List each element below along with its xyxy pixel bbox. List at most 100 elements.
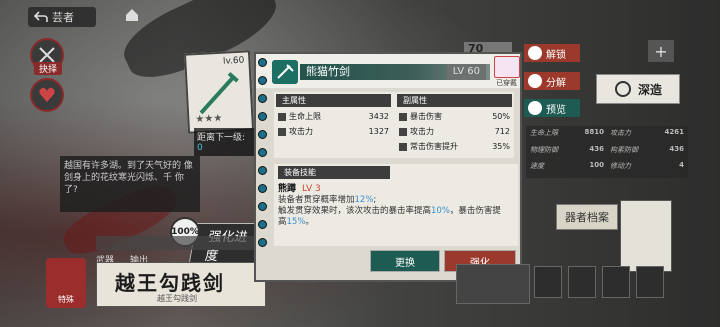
stat-name: 暴击伤害 <box>410 112 442 121</box>
eye-icon <box>528 101 542 115</box>
stat-row: 常击伤害提升 35% <box>397 139 512 154</box>
char-stat: 生命上限 8810 <box>530 128 604 143</box>
skill-desc-text: ，暴击伤害提 <box>449 206 501 216</box>
weapon-level: LV 60 <box>446 64 486 80</box>
binder-rings <box>258 58 268 278</box>
weapon-card[interactable]: lv.60 ★★★ <box>183 50 255 134</box>
main-stats: 主属性 生命上限 3432 攻击力 1327 <box>276 94 391 156</box>
character-stats: 生命上限 8810 攻击力 4261 物理防御 436 构素防御 436 速度 100 修… <box>526 126 688 178</box>
skill-desc-value: 12% <box>354 195 374 205</box>
card-stars: ★★★ <box>195 112 223 126</box>
char-stat-value: 436 <box>669 144 684 153</box>
favorite-button[interactable] <box>30 78 64 112</box>
ring <box>258 220 267 229</box>
ring <box>258 112 267 121</box>
ring <box>258 94 267 103</box>
skill-desc-text: 装备者贯穿概率增加 <box>278 195 355 205</box>
distance-label: 距离下一级: <box>197 133 246 143</box>
hp-icon <box>278 112 286 121</box>
tab-strip <box>96 236 256 250</box>
char-stat-name: 物理防御 <box>530 145 558 154</box>
char-stat-name: 速度 <box>530 162 544 171</box>
sword-icon <box>199 71 239 115</box>
back-arrow-icon <box>34 11 48 22</box>
skill-level: LV 3 <box>302 184 321 194</box>
skill-name: 熊蹲 <box>278 184 297 194</box>
char-stat-name: 生命上限 <box>530 129 558 137</box>
swap-button[interactable]: 更换 <box>370 250 440 272</box>
skill-section: 装备技能 熊蹲 LV 3 装备者贯穿概率增加12%; 触发贯穿效果时，该次攻击的暴… <box>274 164 518 246</box>
stat-row: 生命上限 3432 <box>276 109 391 124</box>
char-stat-value: 436 <box>589 144 604 153</box>
crest-icon <box>614 81 631 97</box>
preview-button[interactable]: 预览 <box>524 99 580 117</box>
stat-name: 常击伤害提升 <box>410 142 458 151</box>
weapon-thumbnail[interactable] <box>620 200 672 272</box>
back-button[interactable]: 芸者 <box>28 7 96 27</box>
home-icon[interactable] <box>124 7 140 23</box>
add-button[interactable]: + <box>648 40 674 62</box>
skill-desc-text: 触发贯穿效果时，该次攻击的暴击率提高 <box>278 206 432 216</box>
equip-slot[interactable] <box>534 266 562 298</box>
next-level-distance: 距离下一级: 0 <box>194 128 256 156</box>
dismantle-button[interactable]: 分解 <box>524 72 580 90</box>
char-stat: 修动力 4 <box>610 161 684 176</box>
deep-study-button[interactable]: 深造 <box>596 74 680 104</box>
char-stat-value: 4261 <box>664 128 684 136</box>
sword-type-icon <box>277 64 294 79</box>
char-stat-name: 构素防御 <box>610 145 638 154</box>
seal-badge: 特殊 <box>46 258 86 308</box>
ring <box>258 184 267 193</box>
equip-slot[interactable] <box>568 266 596 298</box>
skill-description: 装备者贯穿概率增加12%; 触发贯穿效果时，该次攻击的暴击率提高10%，暴击伤害… <box>278 195 514 228</box>
main-stats-header: 主属性 <box>276 94 391 107</box>
equipped-label: 已穿戴 <box>496 79 517 87</box>
skill-desc-text: 高 <box>278 217 287 227</box>
equip-slot[interactable] <box>602 266 630 298</box>
sword-damage-icon <box>399 142 407 151</box>
ring <box>258 238 267 247</box>
ring <box>258 58 267 67</box>
sub-stats-header: 副属性 <box>397 94 512 107</box>
equipment-slots <box>534 266 664 298</box>
weapon-type-icon <box>272 60 298 84</box>
ring <box>258 130 267 139</box>
stat-value: 3432 <box>368 112 389 121</box>
distance-value: 0 <box>197 143 203 153</box>
stat-value: 50% <box>492 112 510 121</box>
attack-icon <box>278 127 286 136</box>
ring <box>258 166 267 175</box>
stat-value: 712 <box>494 127 510 136</box>
deep-study-label: 深造 <box>637 82 662 97</box>
stat-value: 35% <box>492 142 510 151</box>
owner-avatar[interactable] <box>494 56 520 78</box>
char-stat-value: 4 <box>679 161 684 170</box>
weapon-title: 熊猫竹剑 <box>306 65 350 78</box>
stat-row: 攻击力 712 <box>397 124 512 139</box>
stat-name: 生命上限 <box>289 112 321 121</box>
ring <box>258 76 267 85</box>
weapon-name: 越王勾践剑 <box>115 271 225 295</box>
story-text: 越国有许多湖。到了天气好的 像剑身上的花纹寒光闪烁、千 你了? <box>60 156 200 212</box>
equip-slot[interactable] <box>636 266 664 298</box>
ring <box>258 148 267 157</box>
stat-value: 1327 <box>368 127 389 136</box>
unlock-button[interactable]: 解锁 <box>524 44 580 62</box>
choice-label: 抉择 <box>34 62 62 75</box>
char-stat-name: 攻击力 <box>610 129 631 137</box>
back-label: 芸者 <box>52 11 74 24</box>
card-level: lv.60 <box>222 55 245 67</box>
sub-stats: 副属性 暴击伤害 50% 攻击力 712 常击伤害提升 35% <box>397 94 512 156</box>
skill-desc-value: 10% <box>431 206 450 216</box>
skill-header: 装备技能 <box>278 166 390 179</box>
heart-icon <box>39 87 55 102</box>
char-stat: 速度 100 <box>530 161 604 176</box>
stat-row: 暴击伤害 50% <box>397 109 512 124</box>
seal-label: 特殊 <box>58 295 74 304</box>
stat-name: 攻击力 <box>410 127 434 136</box>
skill-strip <box>456 264 530 304</box>
char-stat: 物理防御 436 <box>530 145 604 160</box>
skill-title: 熊蹲 LV 3 <box>278 181 514 194</box>
lock-icon <box>528 46 542 60</box>
archive-button[interactable]: 器者档案 <box>556 204 618 230</box>
